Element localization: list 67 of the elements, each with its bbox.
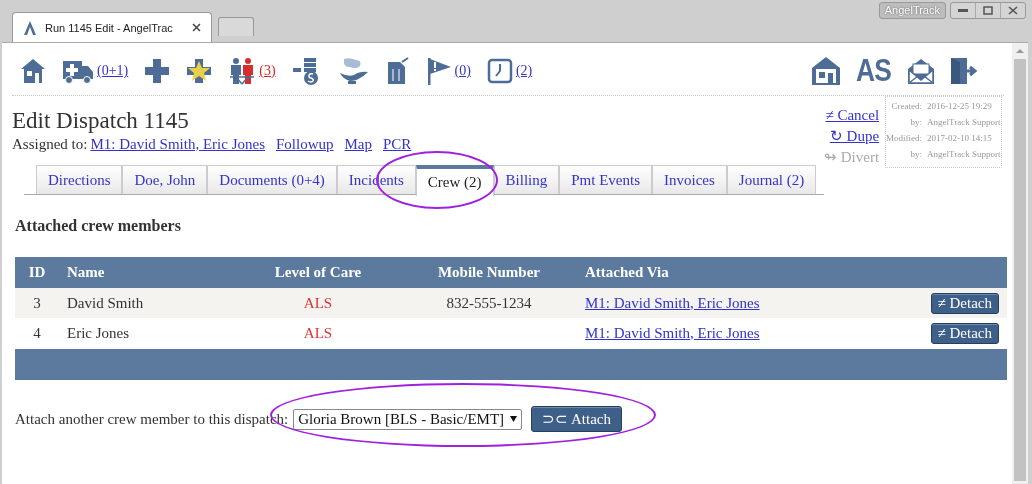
dispatch-link[interactable]: Followup bbox=[276, 136, 334, 153]
crew-select[interactable]: Gloria Brown [BLS - Basic/EMT] bbox=[293, 408, 523, 430]
table-cell: 3 bbox=[15, 288, 59, 318]
audit-value: 2016-12-25 19:29 bbox=[927, 101, 993, 111]
home-icon[interactable] bbox=[810, 56, 841, 86]
tab[interactable]: Directions bbox=[36, 165, 123, 194]
table-cell: David Smith bbox=[59, 288, 235, 318]
audit-label: by: bbox=[909, 117, 923, 127]
column-header: Level of Care bbox=[235, 257, 401, 288]
audit-label: Created: bbox=[890, 101, 923, 111]
count-link[interactable]: (0) bbox=[454, 63, 471, 79]
caret-icon bbox=[510, 416, 518, 422]
table-cell: Eric Jones bbox=[59, 318, 235, 348]
tab[interactable]: Invoices bbox=[652, 165, 727, 194]
clock-icon[interactable] bbox=[486, 58, 513, 84]
section-heading: Attached crew members bbox=[15, 217, 182, 235]
flag-icon[interactable] bbox=[425, 57, 452, 85]
cross-icon[interactable] bbox=[144, 58, 171, 84]
dispatch-link[interactable]: M1: David Smith, Eric Jones bbox=[90, 136, 265, 153]
detach-button[interactable]: ≠ Detach bbox=[930, 322, 999, 344]
fuel-can-icon[interactable] bbox=[385, 57, 410, 85]
assigned-label: Assigned to: bbox=[12, 136, 88, 153]
dispatch-link[interactable]: PCR bbox=[383, 136, 412, 153]
attach-button[interactable]: ⊃⊂ Attach bbox=[531, 406, 622, 432]
people-icon[interactable] bbox=[228, 57, 257, 85]
tab[interactable]: Billing bbox=[493, 165, 560, 194]
column-header: Mobile Number bbox=[401, 257, 577, 288]
table-cell: 832-555-1234 bbox=[401, 288, 577, 318]
app-logo-icon bbox=[23, 19, 37, 36]
action-link[interactable]: ≠ Cancel bbox=[825, 106, 880, 125]
lamp-icon[interactable] bbox=[337, 57, 370, 85]
detach-button[interactable]: ≠ Detach bbox=[930, 292, 999, 314]
column-header: Name bbox=[59, 257, 235, 288]
user-initials[interactable]: AS bbox=[856, 53, 891, 89]
tab[interactable]: Journal (2) bbox=[726, 165, 817, 194]
column-header: Attached Via bbox=[577, 257, 875, 288]
audit-value: AngelTrack Support bbox=[927, 117, 1001, 127]
tab[interactable]: Crew (2) bbox=[415, 165, 494, 196]
tab[interactable]: Doe, John bbox=[122, 165, 208, 194]
crew-link[interactable]: M1: David Smith, Eric Jones bbox=[585, 324, 760, 341]
close-icon[interactable] bbox=[192, 23, 201, 32]
count-link[interactable]: (2) bbox=[515, 63, 533, 79]
mail-icon[interactable] bbox=[906, 56, 936, 86]
app-badge: AngelTrack bbox=[878, 2, 946, 19]
audit-value: 2017-02-10 14:15 bbox=[927, 133, 993, 143]
audit-label: Modified: bbox=[886, 133, 923, 143]
exit-door-icon[interactable] bbox=[948, 56, 978, 86]
tab[interactable]: Documents (0+4) bbox=[207, 165, 337, 194]
audit-value: AngelTrack Support bbox=[927, 149, 1001, 159]
browser-tab[interactable]: Run 1145 Edit - AngelTrac bbox=[12, 12, 212, 42]
tab[interactable]: Pmt Events bbox=[559, 165, 652, 194]
home-icon[interactable] bbox=[20, 58, 46, 84]
ambulance-icon[interactable] bbox=[62, 58, 94, 84]
count-link[interactable]: (0+1) bbox=[97, 63, 129, 79]
dispatch-link[interactable]: Map bbox=[344, 136, 372, 153]
column-header: ID bbox=[15, 257, 59, 288]
table-cell: ALS bbox=[235, 318, 401, 348]
disabled-link: ↬ Divert bbox=[824, 148, 880, 167]
table-cell: 4 bbox=[15, 318, 59, 348]
scrollbar[interactable] bbox=[1012, 43, 1028, 484]
count-link[interactable]: (3) bbox=[259, 63, 276, 79]
star-cross-icon[interactable] bbox=[186, 58, 213, 84]
audit-label: by: bbox=[909, 149, 923, 159]
table-cell: ALS bbox=[235, 288, 401, 318]
page-title: Edit Dispatch 1145 bbox=[12, 108, 190, 134]
tab-title: Run 1145 Edit - AngelTrac bbox=[45, 21, 173, 34]
action-link[interactable]: ↻ Dupe bbox=[829, 127, 880, 146]
